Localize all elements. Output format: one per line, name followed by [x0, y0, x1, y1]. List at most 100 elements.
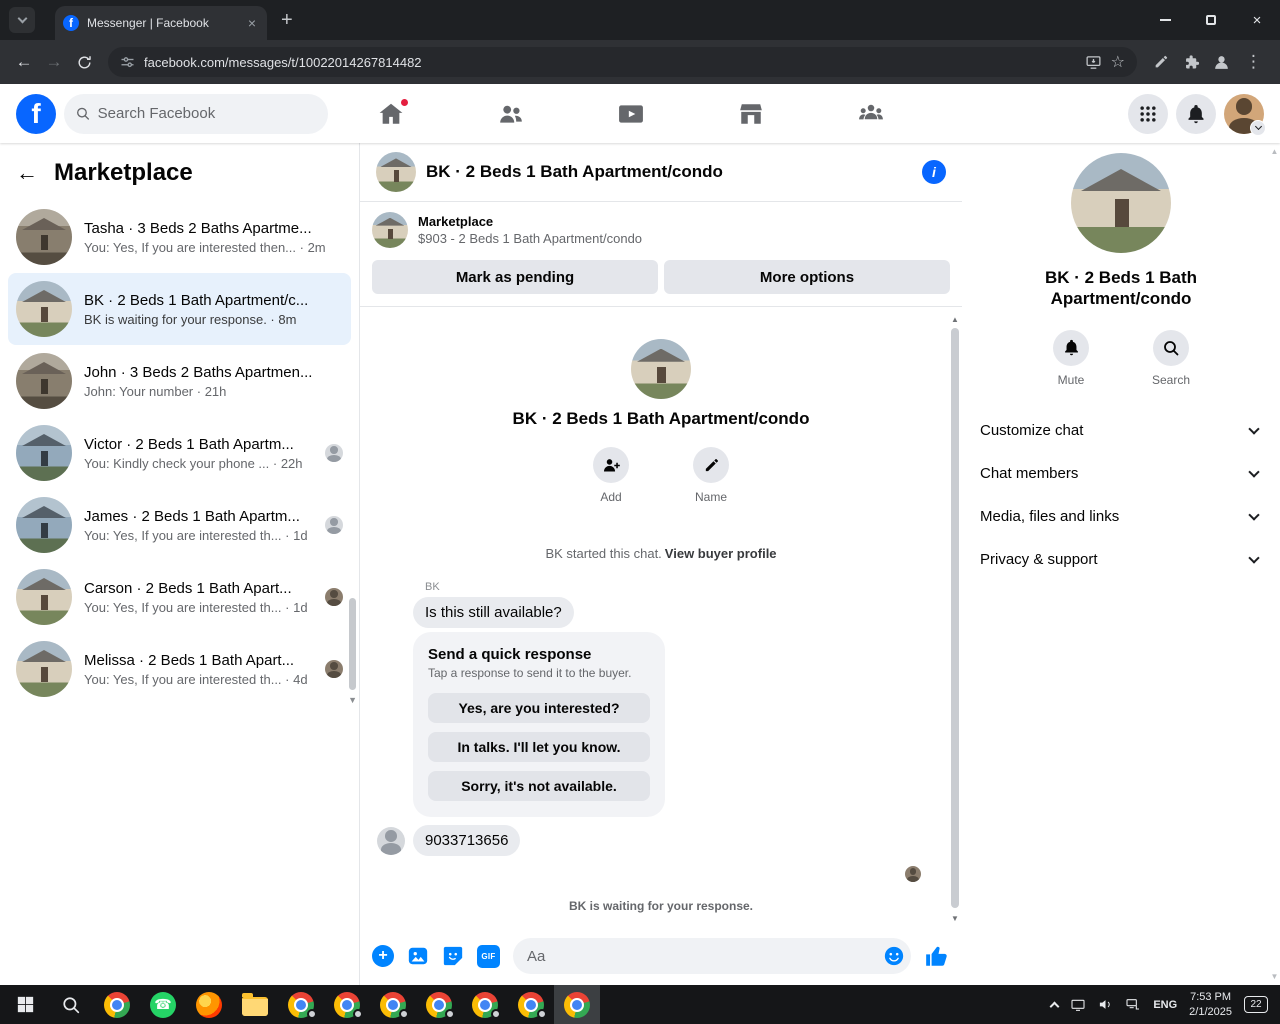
section-customize-chat[interactable]: Customize chat	[972, 409, 1270, 452]
taskbar-chrome-window[interactable]	[324, 985, 370, 1024]
mark-as-pending-button[interactable]: Mark as pending	[372, 260, 658, 294]
tab-search-button[interactable]	[9, 7, 35, 33]
taskbar-chrome-window[interactable]	[462, 985, 508, 1024]
chat-preview-row: You: Kindly check your phone ...22h	[84, 456, 313, 471]
view-buyer-profile-link[interactable]: View buyer profile	[665, 546, 777, 561]
apps-menu-button[interactable]	[1128, 93, 1168, 134]
conversation-avatar[interactable]	[376, 152, 416, 192]
taskbar-search-button[interactable]	[48, 985, 94, 1024]
mute-button[interactable]: Mute	[1039, 329, 1103, 387]
message-scroll-area[interactable]: BK · 2 Beds 1 Bath Apartment/condo Add N…	[360, 307, 962, 933]
intro-actions: Add Name	[579, 447, 743, 504]
scrollbar-thumb[interactable]	[951, 328, 959, 908]
language-indicator[interactable]: ENG	[1153, 999, 1177, 1011]
gif-button[interactable]: GIF	[477, 944, 500, 968]
section-chat-members[interactable]: Chat members	[972, 452, 1270, 495]
nav-friends[interactable]	[498, 101, 524, 127]
sidebar-scrollbar-down-arrow[interactable]: ▼	[348, 695, 357, 705]
browser-profile-button[interactable]	[1207, 48, 1235, 76]
browser-tab[interactable]: f Messenger | Facebook ×	[55, 6, 267, 40]
bell-icon	[1053, 329, 1089, 366]
taskbar-chrome-window[interactable]	[416, 985, 462, 1024]
page-scroll-up-arrow[interactable]: ▲	[1270, 147, 1279, 156]
site-settings-icon[interactable]	[120, 55, 135, 70]
taskbar-clock[interactable]: 7:53 PM 2/1/2025	[1189, 990, 1232, 1020]
chat-list-item-tasha[interactable]: Tasha · 3 Beds 2 Baths Apartme... You: Y…	[8, 201, 351, 273]
like-button[interactable]	[924, 943, 950, 969]
quick-reply-option-3[interactable]: Sorry, it's not available.	[428, 771, 650, 801]
message-input[interactable]	[527, 947, 883, 965]
emoji-button[interactable]	[883, 945, 905, 967]
sidebar-scrollbar-thumb[interactable]	[349, 598, 356, 690]
browser-menu-button[interactable]: ⋮	[1237, 52, 1270, 72]
search-input[interactable]	[97, 105, 316, 122]
attach-image-button[interactable]	[407, 945, 429, 967]
more-options-button[interactable]: More options	[664, 260, 950, 294]
window-maximize-button[interactable]	[1188, 0, 1234, 40]
taskbar-whatsapp[interactable]: ☎	[140, 985, 186, 1024]
tab-close-icon[interactable]: ×	[245, 15, 259, 31]
search-in-chat-button[interactable]: Search	[1139, 329, 1203, 387]
message-bubble[interactable]: 9033713656	[413, 825, 521, 856]
add-contact-button[interactable]: Add	[579, 447, 643, 504]
hidden-icons-chevron[interactable]	[1049, 1001, 1060, 1011]
address-bar[interactable]: facebook.com/messages/t/1002201426781448…	[108, 47, 1137, 77]
forward-button[interactable]: →	[40, 48, 68, 76]
conversation-panel: BK · 2 Beds 1 Bath Apartment/condo i Mar…	[360, 143, 962, 985]
message-composer: + GIF	[360, 933, 962, 985]
marketplace-listing-row[interactable]: Marketplace $903 - 2 Beds 1 Bath Apartme…	[372, 212, 950, 248]
window-close-button[interactable]: ×	[1234, 0, 1280, 40]
taskbar-firefox[interactable]	[186, 985, 232, 1024]
start-button[interactable]	[2, 985, 48, 1024]
message-input-wrap[interactable]	[513, 938, 911, 974]
new-tab-button[interactable]: +	[281, 9, 293, 32]
conversation-info-icon[interactable]: i	[922, 160, 946, 184]
edit-pen-button[interactable]	[1147, 48, 1175, 76]
back-button[interactable]: ←	[10, 48, 38, 76]
taskbar-chrome-active-window[interactable]	[554, 985, 600, 1024]
chat-list-item-james[interactable]: James · 2 Beds 1 Bath Apartm... You: Yes…	[8, 489, 351, 561]
scroll-down-arrow[interactable]: ▼	[949, 914, 961, 923]
section-privacy-support[interactable]: Privacy & support	[972, 538, 1270, 581]
conversation-title[interactable]: BK · 2 Beds 1 Bath Apartment/condo	[426, 162, 912, 182]
sticker-button[interactable]	[442, 945, 464, 967]
taskbar-file-explorer[interactable]	[232, 985, 278, 1024]
edit-name-button[interactable]: Name	[679, 447, 743, 504]
bookmark-star-icon[interactable]: ☆	[1111, 52, 1125, 72]
chat-list-item-john[interactable]: John · 3 Beds 2 Baths Apartmen... John: …	[8, 345, 351, 417]
scroll-up-arrow[interactable]: ▲	[949, 315, 961, 324]
network-icon[interactable]	[1125, 997, 1141, 1013]
incoming-message-bubble[interactable]: Is this still available?	[413, 597, 574, 628]
speaker-icon[interactable]	[1098, 997, 1113, 1012]
pc-icon[interactable]	[1070, 997, 1086, 1013]
window-minimize-button[interactable]	[1142, 0, 1188, 40]
install-app-icon[interactable]	[1085, 54, 1102, 71]
extensions-button[interactable]	[1177, 48, 1205, 76]
chat-list-item-melissa[interactable]: Melissa · 2 Beds 1 Bath Apart... You: Ye…	[8, 633, 351, 705]
nav-watch[interactable]	[618, 101, 644, 127]
quick-reply-option-2[interactable]: In talks. I'll let you know.	[428, 732, 650, 762]
notification-count-badge[interactable]: 22	[1244, 996, 1268, 1013]
back-arrow-icon[interactable]: ←	[16, 160, 38, 186]
taskbar-chrome[interactable]	[94, 985, 140, 1024]
notifications-button[interactable]	[1176, 93, 1216, 134]
chat-list-item-victor[interactable]: Victor · 2 Beds 1 Bath Apartm... You: Ki…	[8, 417, 351, 489]
facebook-logo[interactable]: f	[16, 93, 56, 134]
attach-more-button[interactable]: +	[372, 945, 394, 967]
chat-list-item-carson[interactable]: Carson · 2 Beds 1 Bath Apart... You: Yes…	[8, 561, 351, 633]
account-menu-button[interactable]	[1224, 93, 1266, 136]
nav-marketplace[interactable]	[738, 101, 764, 127]
chat-list-item-bk[interactable]: BK · 2 Beds 1 Bath Apartment/c... BK is …	[8, 273, 351, 345]
taskbar-chrome-window[interactable]	[508, 985, 554, 1024]
profile-badge	[445, 1009, 455, 1019]
page-scroll-down-arrow[interactable]: ▼	[1270, 972, 1279, 981]
message-scrollbar[interactable]: ▲ ▼	[949, 315, 961, 923]
section-media-files-links[interactable]: Media, files and links	[972, 495, 1270, 538]
taskbar-chrome-window[interactable]	[278, 985, 324, 1024]
quick-reply-option-1[interactable]: Yes, are you interested?	[428, 693, 650, 723]
facebook-search[interactable]	[64, 93, 328, 134]
nav-home[interactable]	[378, 97, 409, 127]
nav-groups[interactable]	[858, 101, 884, 127]
taskbar-chrome-window[interactable]	[370, 985, 416, 1024]
reload-button[interactable]	[70, 48, 98, 76]
